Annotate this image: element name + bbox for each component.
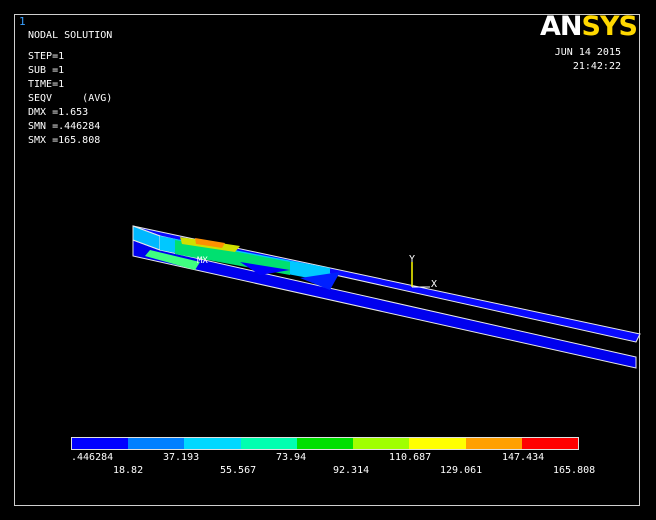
legend-label-bottom: 18.82	[113, 465, 144, 476]
legend-label-top: 110.687	[389, 452, 432, 463]
triad-x-label: X	[431, 279, 437, 290]
legend-swatch	[521, 438, 578, 449]
legend-label-top: 73.94	[276, 452, 307, 463]
legend-swatch	[353, 438, 410, 449]
legend-label-top: .446284	[71, 452, 114, 463]
legend-swatch	[409, 438, 466, 449]
legend-swatch	[128, 438, 185, 449]
legend-label-bottom: 129.061	[440, 465, 483, 476]
legend-label-bottom: 165.808	[553, 465, 596, 476]
legend-swatch	[296, 438, 354, 449]
legend-swatch	[72, 438, 129, 449]
mx-marker: MX	[197, 256, 208, 266]
legend-label-top: 37.193	[163, 452, 200, 463]
legend-label-bottom: 92.314	[333, 465, 370, 476]
legend-swatch	[240, 438, 297, 449]
legend-swatch	[184, 438, 241, 449]
legend-swatch	[465, 438, 522, 449]
triad-y-label: Y	[409, 254, 415, 265]
legend-color-bar	[71, 437, 579, 450]
legend-label-bottom: 55.567	[220, 465, 257, 476]
legend-label-top: 147.434	[502, 452, 545, 463]
